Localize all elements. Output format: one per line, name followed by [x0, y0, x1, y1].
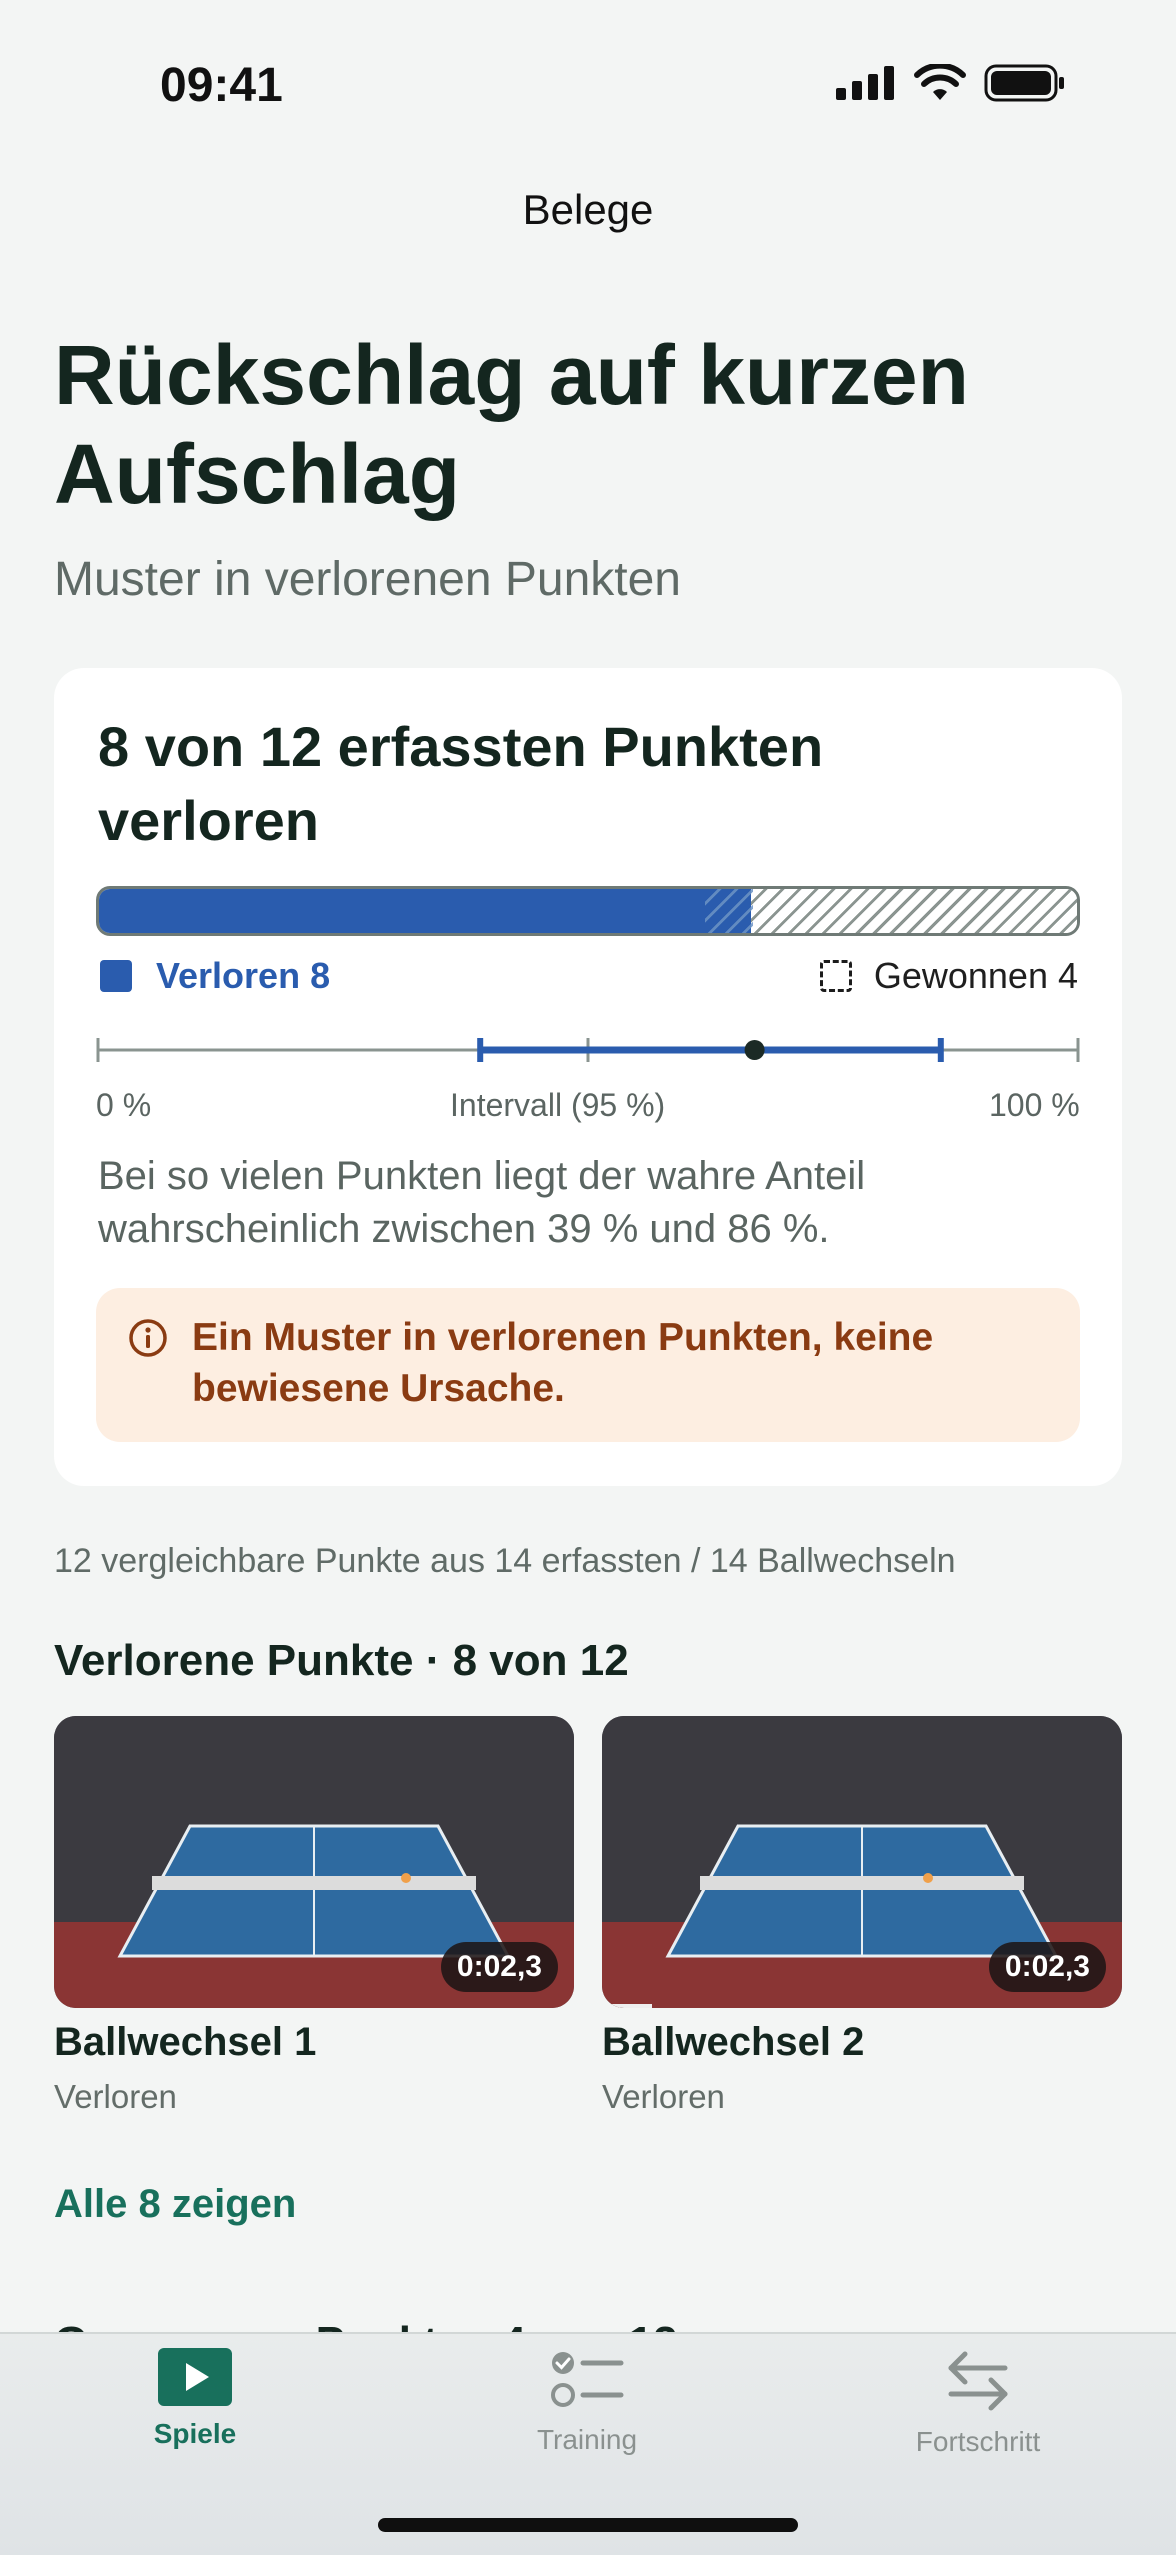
status-time: 09:41	[160, 59, 283, 112]
rally-title-2[interactable]: Ballwechsel 2	[602, 2020, 864, 2065]
legend-lost: Verloren 8	[100, 955, 330, 997]
tab-label: Training	[536, 2424, 638, 2455]
summary-headline: 8 von 12 erfassten Punkten verloren	[98, 715, 824, 852]
confidence-interval-plot	[96, 1038, 1080, 1062]
legend-won: Gewonnen 4	[819, 955, 1078, 997]
page-subtitle: Muster in verlorenen Punkten	[54, 553, 681, 606]
won-swatch	[819, 960, 852, 992]
rally-result-2: Verloren	[602, 2078, 725, 2115]
bar-lost-segment	[99, 889, 751, 933]
tab-training[interactable]: Training	[467, 2348, 707, 2456]
cellular-signal-icon	[836, 66, 894, 100]
play-icon	[158, 2348, 232, 2406]
checklist-icon	[551, 2352, 624, 2407]
duration-badge: 0:02,3	[440, 1942, 558, 1992]
bar-segment-edge	[705, 889, 753, 933]
arrows-icon	[948, 2351, 1008, 2411]
status-icons	[836, 64, 1066, 102]
tab-fortschritt[interactable]: Fortschritt	[858, 2348, 1098, 2458]
rally-result-1: Verloren	[54, 2078, 177, 2115]
interval-estimate-point	[744, 1040, 765, 1060]
home-indicator	[378, 2518, 798, 2532]
nav-title: Belege	[522, 186, 654, 233]
info-icon	[129, 1319, 167, 1357]
interval-explanation: Bei so vielen Punkten liegt der wahre An…	[98, 1154, 866, 1251]
lost-won-bar	[96, 886, 1080, 936]
lost-section-title: Verlorene Punkte · 8 von 12	[54, 1636, 629, 1685]
tab-label: Fortschritt	[915, 2426, 1041, 2457]
rally-thumbnail-2[interactable]: 0:02,3	[602, 1716, 1122, 2008]
legend-won-label: Gewonnen 4	[873, 955, 1078, 996]
rally-thumbnail-1[interactable]: 0:02,3	[54, 1716, 574, 2008]
tab-spiele[interactable]: Spiele	[75, 2348, 315, 2450]
duration-badge: 0:02,3	[988, 1942, 1106, 1992]
caution-note-text: Ein Muster in verlorenen Punkten, keine …	[192, 1316, 934, 1411]
wifi-icon	[914, 64, 966, 100]
show-all-lost-link[interactable]: Alle 8 zeigen	[54, 2182, 296, 2227]
page-title: Rückschlag auf kurzen Aufschlag	[54, 328, 969, 522]
bar-won-segment	[751, 889, 1077, 933]
sample-meta: 12 vergleichbare Punkte aus 14 erfassten…	[54, 1542, 956, 1580]
interval-label-mid: Intervall (95 %)	[450, 1087, 666, 1123]
legend-lost-label: Verloren 8	[156, 955, 331, 996]
tab-label: Spiele	[153, 2418, 237, 2449]
interval-label-min: 0 %	[96, 1087, 152, 1123]
interval-label-max: 100 %	[989, 1087, 1080, 1123]
lost-swatch	[100, 960, 132, 992]
rally-title-1[interactable]: Ballwechsel 1	[54, 2020, 316, 2065]
battery-icon	[984, 64, 1064, 102]
